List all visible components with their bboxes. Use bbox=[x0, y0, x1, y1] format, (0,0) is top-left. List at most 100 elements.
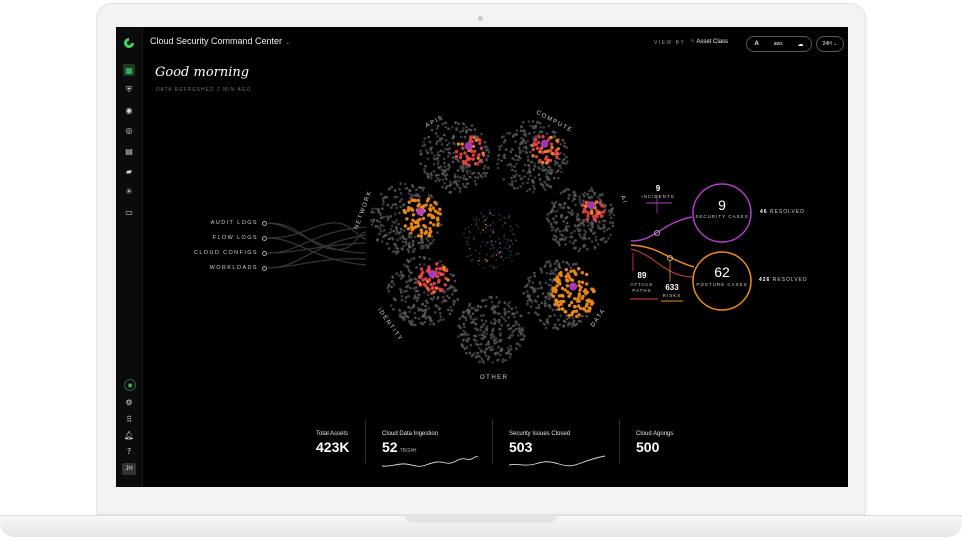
posture-cases-value[interactable]: 62 bbox=[693, 264, 751, 280]
asset-node bbox=[565, 284, 570, 288]
asset-node bbox=[577, 315, 580, 319]
security-cases-value[interactable]: 9 bbox=[693, 197, 751, 213]
source-cloud-configs[interactable]: CLOUD CONFIGS bbox=[192, 250, 258, 256]
asset-node bbox=[430, 151, 434, 155]
asset-node bbox=[476, 355, 480, 358]
asset-node bbox=[424, 304, 428, 308]
asset-node bbox=[493, 342, 497, 345]
asset-node bbox=[550, 210, 553, 214]
asset-node bbox=[526, 139, 529, 143]
asset-node bbox=[556, 209, 559, 213]
asset-node bbox=[453, 175, 457, 179]
asset-node bbox=[532, 136, 535, 139]
asset-node bbox=[403, 318, 406, 321]
asset-node bbox=[492, 335, 496, 338]
core-node bbox=[492, 221, 495, 224]
risks-value[interactable]: 633 bbox=[660, 283, 684, 292]
asset-node bbox=[430, 319, 433, 323]
asset-node bbox=[498, 321, 501, 324]
asset-node bbox=[529, 143, 532, 147]
source-flow-logs[interactable]: FLOW LOGS bbox=[202, 235, 258, 241]
asset-node bbox=[485, 332, 488, 336]
asset-node bbox=[412, 297, 416, 300]
asset-node bbox=[476, 351, 480, 355]
asset-node bbox=[480, 357, 484, 360]
asset-node bbox=[562, 325, 565, 328]
kpi-cloud-agongs-value[interactable]: 500 bbox=[636, 439, 659, 455]
asset-node bbox=[394, 203, 398, 206]
incidents-value[interactable]: 9 bbox=[648, 184, 668, 193]
asset-node bbox=[434, 174, 438, 177]
asset-node bbox=[437, 160, 440, 163]
source-audit-logs[interactable]: AUDIT LOGS bbox=[202, 220, 258, 226]
asset-node bbox=[458, 190, 462, 193]
asset-node bbox=[602, 237, 605, 240]
asset-node bbox=[484, 319, 488, 323]
asset-node bbox=[462, 338, 466, 341]
asset-node bbox=[396, 195, 399, 199]
attack-paths-value[interactable]: 89 bbox=[632, 271, 652, 280]
asset-node bbox=[449, 305, 453, 309]
asset-node bbox=[399, 236, 402, 240]
core-node bbox=[489, 265, 492, 267]
asset-node bbox=[514, 323, 517, 327]
core-node bbox=[485, 253, 488, 256]
asset-node bbox=[586, 211, 590, 215]
asset-node bbox=[542, 126, 546, 129]
asset-node bbox=[474, 322, 477, 326]
asset-node bbox=[397, 274, 401, 277]
source-workloads[interactable]: WORKLOADS bbox=[202, 265, 258, 271]
asset-node bbox=[443, 165, 447, 168]
asset-node bbox=[473, 134, 477, 137]
posture-resolved[interactable]: 426 RESOLVED bbox=[759, 277, 808, 283]
asset-node bbox=[554, 308, 558, 312]
asset-node bbox=[538, 130, 542, 133]
asset-node bbox=[422, 246, 425, 250]
asset-node bbox=[514, 179, 518, 183]
core-node bbox=[499, 246, 501, 249]
asset-node bbox=[459, 176, 462, 179]
asset-node bbox=[586, 248, 589, 251]
asset-node bbox=[561, 234, 564, 237]
core-node bbox=[511, 228, 514, 231]
core-node bbox=[480, 232, 482, 234]
asset-node bbox=[533, 131, 536, 134]
asset-node bbox=[548, 185, 552, 188]
asset-node bbox=[548, 293, 552, 296]
core-node bbox=[492, 247, 494, 249]
asset-node bbox=[387, 216, 391, 219]
core-node bbox=[499, 257, 501, 259]
asset-node bbox=[502, 135, 506, 138]
cluster-label-other[interactable]: OTHER bbox=[480, 375, 509, 381]
core-node bbox=[490, 255, 492, 258]
asset-node bbox=[426, 157, 430, 160]
asset-node bbox=[537, 160, 541, 164]
kpi-cloud-agongs-label: Cloud Agongs bbox=[636, 431, 674, 437]
asset-node bbox=[503, 301, 507, 304]
asset-node bbox=[567, 316, 571, 320]
asset-node bbox=[554, 298, 558, 303]
core-node bbox=[496, 250, 499, 252]
asset-node bbox=[585, 272, 589, 277]
asset-node bbox=[576, 219, 580, 222]
asset-node bbox=[451, 156, 455, 159]
asset-node bbox=[382, 200, 385, 204]
asset-node bbox=[574, 203, 577, 207]
asset-node bbox=[415, 299, 419, 303]
asset-node bbox=[433, 200, 437, 205]
asset-node bbox=[524, 145, 528, 149]
asset-node bbox=[468, 351, 472, 355]
asset-node bbox=[494, 352, 497, 356]
core-node bbox=[466, 255, 469, 258]
kpi-total-assets-value[interactable]: 423K bbox=[316, 439, 349, 455]
asset-node bbox=[426, 239, 430, 243]
asset-node bbox=[509, 334, 512, 337]
asset-node bbox=[432, 322, 435, 326]
asset-node bbox=[462, 345, 465, 349]
asset-node bbox=[543, 304, 547, 308]
asset-node bbox=[547, 220, 551, 223]
security-resolved[interactable]: 46 RESOLVED bbox=[760, 209, 805, 215]
asset-node bbox=[436, 216, 440, 220]
asset-node bbox=[473, 162, 477, 166]
posture-cases-label: POSTURE CASES bbox=[696, 282, 748, 287]
